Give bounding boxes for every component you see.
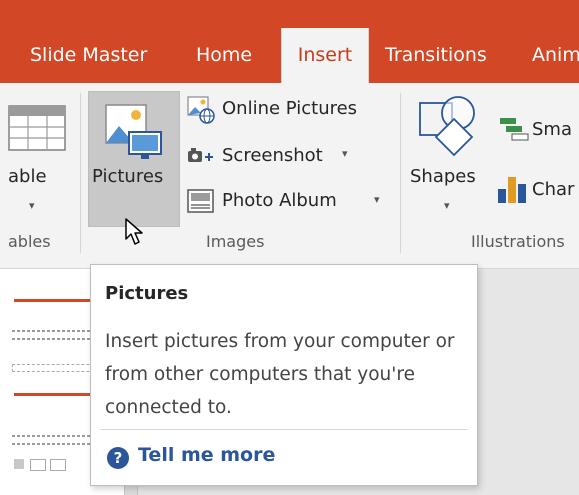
ribbon: able ▾ ables Pictures Online Pictures Sc… xyxy=(0,83,579,269)
online-pictures-label: Online Pictures xyxy=(222,98,358,119)
chevron-down-icon: ▾ xyxy=(444,199,450,212)
screenshot-icon xyxy=(188,148,213,162)
group-divider xyxy=(400,93,401,253)
photo-album-icon xyxy=(187,189,214,213)
tab-animations[interactable]: Anim xyxy=(532,28,579,83)
tables-group-label: ables xyxy=(8,232,51,251)
tell-me-more-link[interactable]: Tell me more xyxy=(138,444,275,466)
shapes-button-label: Shapes xyxy=(410,166,476,187)
pictures-button[interactable]: Pictures xyxy=(88,91,180,227)
chevron-down-icon: ▾ xyxy=(29,199,35,212)
chevron-down-icon: ▾ xyxy=(374,193,380,206)
images-group-label: Images xyxy=(206,232,265,251)
photo-album-label: Photo Album xyxy=(222,190,337,211)
screenshot-label: Screenshot xyxy=(222,145,323,166)
tooltip-description: Insert pictures from your computer or fr… xyxy=(105,331,455,418)
title-bar-strip xyxy=(0,0,579,28)
pictures-icon xyxy=(105,104,162,159)
online-pictures-icon xyxy=(187,96,215,124)
chart-label: Char xyxy=(532,179,575,200)
tab-transitions[interactable]: Transitions xyxy=(385,28,487,83)
chevron-down-icon: ▾ xyxy=(342,147,348,160)
smartart-label: Sma xyxy=(532,119,572,140)
chart-icon xyxy=(498,177,526,203)
shapes-icon xyxy=(419,96,475,157)
tab-insert[interactable]: Insert xyxy=(281,28,369,83)
table-button-label: able xyxy=(8,166,47,187)
smartart-icon xyxy=(500,118,529,141)
tab-slide-master[interactable]: Slide Master xyxy=(30,28,147,83)
tooltip-title: Pictures xyxy=(105,283,189,304)
tooltip-divider xyxy=(101,429,467,430)
pictures-tooltip: Pictures Insert pictures from your compu… xyxy=(90,264,478,486)
table-icon xyxy=(8,105,66,151)
group-divider xyxy=(80,93,81,253)
help-icon[interactable]: ? xyxy=(107,447,129,469)
mouse-cursor-icon xyxy=(125,218,143,245)
ribbon-tab-bar: Slide Master Home Insert Transitions Ani… xyxy=(0,28,579,83)
tab-home[interactable]: Home xyxy=(196,28,252,83)
pictures-button-label: Pictures xyxy=(92,166,164,187)
illustrations-group-label: Illustrations xyxy=(471,232,565,251)
